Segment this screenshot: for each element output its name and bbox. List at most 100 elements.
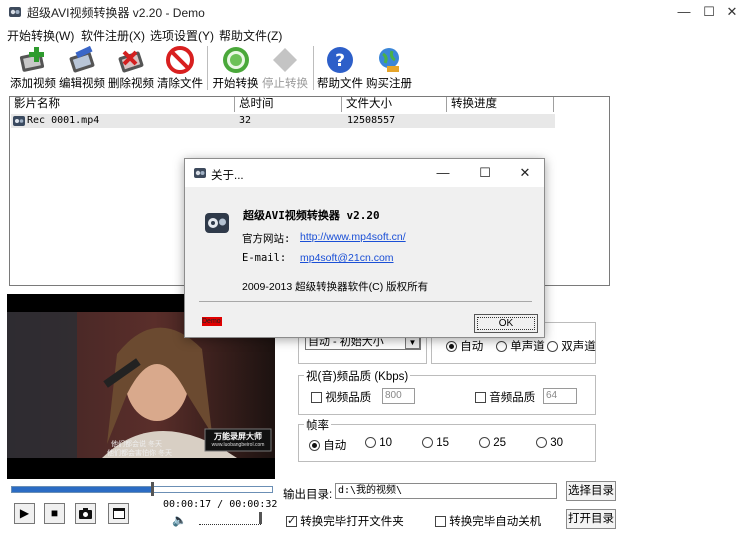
copyright-text: 2009-2013 超级转换器软件(C) 版权所有 — [242, 281, 429, 293]
dialog-minimize-icon[interactable]: — — [425, 163, 461, 183]
checkbox-icon — [286, 514, 297, 528]
seek-bar[interactable] — [11, 486, 273, 493]
add-video-button[interactable]: 添加视频 — [10, 45, 56, 91]
dialog-app-name: 超级AVI视频转换器 v2.20 — [243, 209, 380, 222]
email-link[interactable]: mp4soft@21cn.com — [300, 252, 394, 264]
volume-thumb[interactable] — [259, 512, 262, 524]
cell-size: 12508557 — [347, 115, 396, 126]
channel-auto-radio[interactable]: 自动 — [446, 338, 483, 354]
volume-slider[interactable] — [199, 517, 261, 525]
start-convert-button[interactable]: 开始转换 — [212, 45, 259, 91]
radio-icon — [422, 437, 433, 449]
camera-icon — [79, 508, 92, 519]
output-dir-input[interactable]: d:\我的视频\ — [335, 483, 557, 499]
stop-icon — [273, 48, 297, 72]
framerate-30-radio[interactable]: 30 — [536, 437, 563, 449]
stop-convert-button[interactable]: 停止转换 — [262, 45, 308, 91]
edit-video-button[interactable]: 编辑视频 — [59, 45, 105, 91]
radio-icon — [496, 341, 507, 353]
window-icon — [112, 508, 125, 519]
framerate-10-radio[interactable]: 10 — [365, 437, 392, 449]
cell-duration: 32 — [239, 115, 252, 126]
column-header-size[interactable]: 文件大小 — [342, 97, 447, 112]
app-icon — [9, 7, 21, 17]
menu-register[interactable]: 软件注册(X) — [81, 27, 145, 44]
svg-text:?: ? — [335, 51, 345, 71]
checkbox-icon — [435, 516, 446, 528]
stop-icon: ■ — [50, 506, 59, 520]
audio-quality-checkbox[interactable]: 音频品质 — [475, 389, 535, 405]
app-logo-icon — [205, 213, 229, 233]
convert-icon — [222, 47, 249, 73]
framerate-25-radio[interactable]: 25 — [479, 437, 506, 449]
email-label: E-mail: — [242, 252, 287, 264]
cell-name: Rec 0001.mp4 — [27, 115, 100, 126]
framerate-auto-radio[interactable]: 自动 — [309, 437, 346, 453]
demo-badge: Demo — [202, 317, 222, 326]
play-button[interactable]: ▶ — [14, 503, 35, 524]
menu-start[interactable]: 开始转换(W) — [7, 27, 74, 44]
column-header-name[interactable]: 影片名称 — [10, 97, 235, 112]
video-subtitle-2: 他们都会害怕你 冬天 — [107, 450, 172, 457]
checkbox-icon — [475, 392, 486, 404]
menu-help[interactable]: 帮助文件(Z) — [219, 27, 282, 44]
column-header-progress[interactable]: 转换进度 — [447, 97, 554, 112]
film-edit-icon — [69, 45, 95, 73]
radio-icon — [536, 437, 547, 449]
help-icon: ? — [327, 47, 353, 73]
video-quality-input[interactable]: 800 — [382, 388, 415, 404]
seek-bar-fill — [12, 487, 153, 492]
dialog-close-icon[interactable]: ✕ — [507, 163, 543, 183]
delete-video-button[interactable]: 删除视频 — [108, 45, 154, 91]
checkbox-icon — [311, 392, 322, 404]
radio-icon — [547, 341, 558, 353]
channel-stereo-radio[interactable]: 双声道 — [547, 338, 596, 354]
no-entry-icon — [166, 46, 194, 74]
buy-register-button[interactable]: 购买注册 — [366, 45, 412, 91]
dialog-app-icon — [194, 168, 206, 178]
film-add-icon — [19, 47, 45, 72]
stop-button[interactable]: ■ — [44, 503, 65, 524]
watermark-url: www.luobangbeirol.com — [211, 442, 265, 448]
radio-icon — [446, 341, 457, 353]
quality-group-title: 视(音)频品质 (Kbps) — [304, 368, 411, 384]
framerate-group-title: 帧率 — [304, 417, 331, 433]
help-button[interactable]: ? 帮助文件 — [317, 45, 363, 91]
watermark-title: 万能录屏大师 — [214, 432, 262, 441]
ok-button[interactable]: OK — [474, 314, 538, 333]
open-after-checkbox[interactable]: 转换完毕打开文件夹 — [286, 513, 404, 529]
channel-mono-radio[interactable]: 单声道 — [496, 338, 545, 354]
globe-cart-icon — [379, 48, 399, 72]
fullscreen-button[interactable] — [108, 503, 129, 524]
framerate-15-radio[interactable]: 15 — [422, 437, 449, 449]
radio-icon — [479, 437, 490, 449]
audio-quality-input[interactable]: 64 — [543, 388, 577, 404]
close-icon[interactable]: ✕ — [709, 0, 755, 24]
speaker-icon[interactable]: 🔈 — [172, 513, 187, 527]
dialog-title: 关于... — [211, 170, 244, 182]
clear-files-button[interactable]: 清除文件 — [157, 45, 203, 91]
output-dir-label: 输出目录: — [283, 489, 333, 501]
column-header-duration[interactable]: 总时间 — [235, 97, 342, 112]
snapshot-button[interactable] — [75, 503, 96, 524]
film-delete-icon — [118, 50, 144, 73]
seek-thumb[interactable] — [151, 482, 155, 496]
window-title: 超级AVI视频转换器 v2.20 - Demo — [27, 6, 205, 20]
table-row[interactable]: Rec 0001.mp4 32 12508557 — [11, 114, 555, 128]
radio-icon — [365, 437, 376, 449]
dialog-divider — [199, 301, 532, 302]
play-icon: ▶ — [19, 506, 30, 520]
menu-options[interactable]: 选项设置(Y) — [150, 27, 214, 44]
time-display: 00:00:17 / 00:00:32 — [163, 499, 278, 510]
video-quality-checkbox[interactable]: 视频品质 — [311, 389, 371, 405]
website-label: 官方网站: — [242, 233, 291, 245]
toolbar-separator — [207, 46, 208, 90]
open-dir-button[interactable]: 打开目录 — [566, 509, 616, 529]
dialog-maximize-icon[interactable]: ☐ — [467, 163, 503, 183]
radio-icon — [309, 440, 320, 452]
video-file-icon — [13, 116, 25, 126]
choose-dir-button[interactable]: 选择目录 — [566, 481, 616, 501]
shutdown-after-checkbox[interactable]: 转换完毕自动关机 — [435, 513, 541, 529]
about-dialog: 关于... — ☐ ✕ 超级AVI视频转换器 v2.20 官方网站: http:… — [184, 158, 545, 338]
website-link[interactable]: http://www.mp4soft.cn/ — [300, 231, 406, 243]
